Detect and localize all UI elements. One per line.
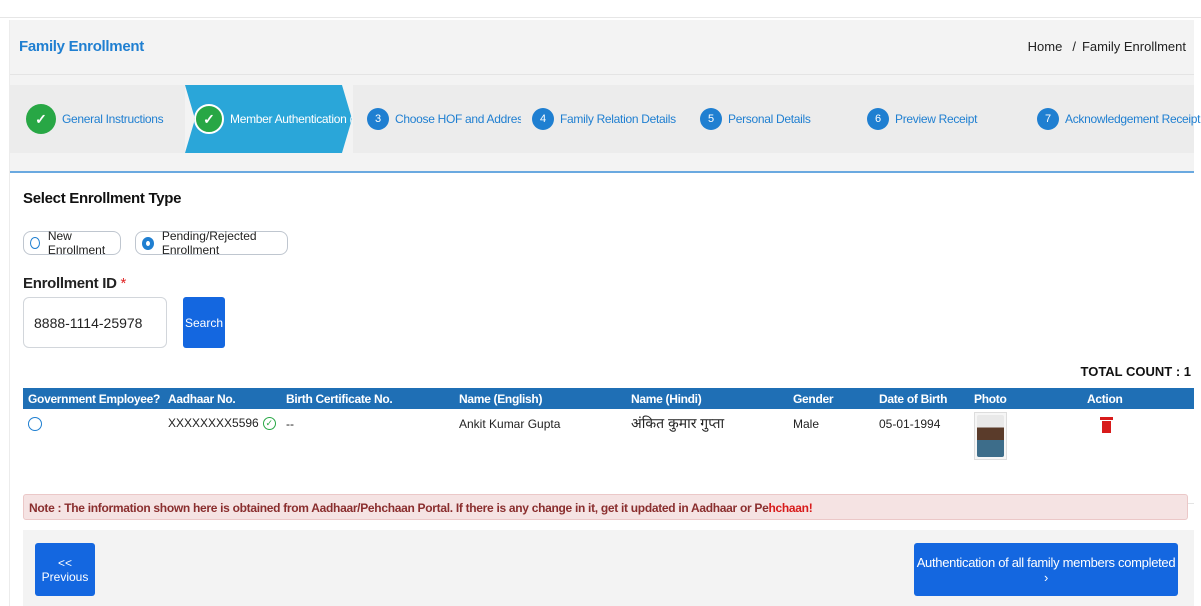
note-text: Note : The information shown here is obt… [29,501,769,515]
radio-new-enrollment[interactable]: New Enrollment [23,229,121,257]
check-icon: ✓ [26,104,56,134]
name-hindi-cell: अंकित कुमार गुप्ता [631,415,725,431]
trash-icon[interactable] [1100,417,1113,433]
family-enrollment-panel: Family Enrollment Home / Family Enrollment… [9,20,1200,606]
step-label: Acknowledgement Receipt [1065,112,1201,126]
footer-actions: << Previous Authentication of all family… [23,530,1194,606]
aadhaar-note: Note : The information shown here is obt… [23,494,1188,520]
page-header: Family Enrollment Home / Family Enrollment [10,20,1194,75]
step-acknowledgement-receipt[interactable]: 7 Acknowledgement Receipt [1025,85,1200,153]
enrollment-id-label: Enrollment ID * [23,275,126,292]
breadcrumb: Home / Family Enrollment [1028,39,1186,54]
aadhaar-cell: XXXXXXXX5596 ✓ [168,416,276,430]
col-header: Name (English) [459,392,543,406]
col-header: Photo [974,392,1007,406]
step-label: Choose HOF and Address [395,112,529,126]
birth-certificate-cell: -- [286,417,294,431]
radio-label: Pending/Rejected Enrollment [161,229,257,257]
trash-body [1102,421,1111,433]
verified-icon: ✓ [262,416,276,430]
radio-button[interactable] [142,236,154,250]
step-member-authentication[interactable]: ✓ Member Authentication (1) [185,85,352,153]
step-label: Personal Details [728,112,811,126]
total-count: TOTAL COUNT : 1 [1080,364,1192,379]
gender-cell: Male [793,417,820,431]
authentication-completed-button[interactable]: Authentication of all family members com… [914,543,1178,596]
step-label: General Instructions [62,112,164,126]
enrollment-wizard: ✓ General Instructions ✓ Member Authenti… [10,75,1200,173]
step-label: Preview Receipt [895,112,978,126]
table-row: XXXXXXXX5596 ✓ -- Ankit Kumar Gupta अंकि… [23,409,1194,504]
table-header: Government Employee? Aadhaar No. Birth C… [23,388,1194,409]
name-english-cell: Ankit Kumar Gupta [459,417,561,431]
step-label: Member Authentication (1) [230,112,364,126]
enrollment-id-input[interactable] [23,297,167,348]
col-header: Aadhaar No. [168,392,236,406]
step-number: 7 [1037,108,1059,130]
page-title: Family Enrollment [19,38,144,55]
members-table: Government Employee? Aadhaar No. Birth C… [23,388,1194,504]
step-family-relation-details[interactable]: 4 Family Relation Details [521,85,689,153]
enrollment-id-label-text: Enrollment ID [23,275,117,292]
trash-lid [1100,417,1113,420]
aadhaar-number: XXXXXXXX5596 [168,416,259,430]
previous-button[interactable]: << Previous [35,543,95,596]
note-emphasis: hchaan! [768,501,813,515]
radio-label: New Enrollment [47,229,106,257]
step-number: 6 [867,108,889,130]
breadcrumb-current: Family Enrollment [1081,39,1186,54]
col-header: Name (Hindi) [631,392,702,406]
col-header: Government Employee? [28,392,161,406]
breadcrumb-home[interactable]: Home [1028,39,1063,54]
col-header: Gender [793,392,834,406]
photo-image [977,415,1004,457]
required-mark: * [120,275,127,292]
step-general-instructions[interactable]: ✓ General Instructions [10,85,185,153]
step-number: 3 [367,108,389,130]
search-button[interactable]: Search [183,297,225,348]
step-label: Family Relation Details [560,112,676,126]
col-header: Date of Birth [879,392,948,406]
step-number: 5 [700,108,722,130]
step-number: 4 [532,108,554,130]
col-header: Birth Certificate No. [286,392,393,406]
step-personal-details[interactable]: 5 Personal Details [689,85,857,153]
step-choose-hof-address[interactable]: 3 Choose HOF and Address [353,85,529,153]
check-icon: ✓ [194,104,224,134]
radio-pending-rejected-enrollment[interactable]: Pending/Rejected Enrollment [135,229,288,257]
top-edge [0,0,1201,18]
government-employee-radio[interactable] [28,417,42,431]
enrollment-type-heading: Select Enrollment Type [23,190,182,207]
breadcrumb-separator: / [1072,39,1076,54]
radio-button[interactable] [30,237,40,249]
step-preview-receipt[interactable]: 6 Preview Receipt [857,85,1025,153]
col-header: Action [1087,392,1123,406]
member-photo[interactable] [974,412,1007,460]
dob-cell: 05-01-1994 [879,417,941,431]
